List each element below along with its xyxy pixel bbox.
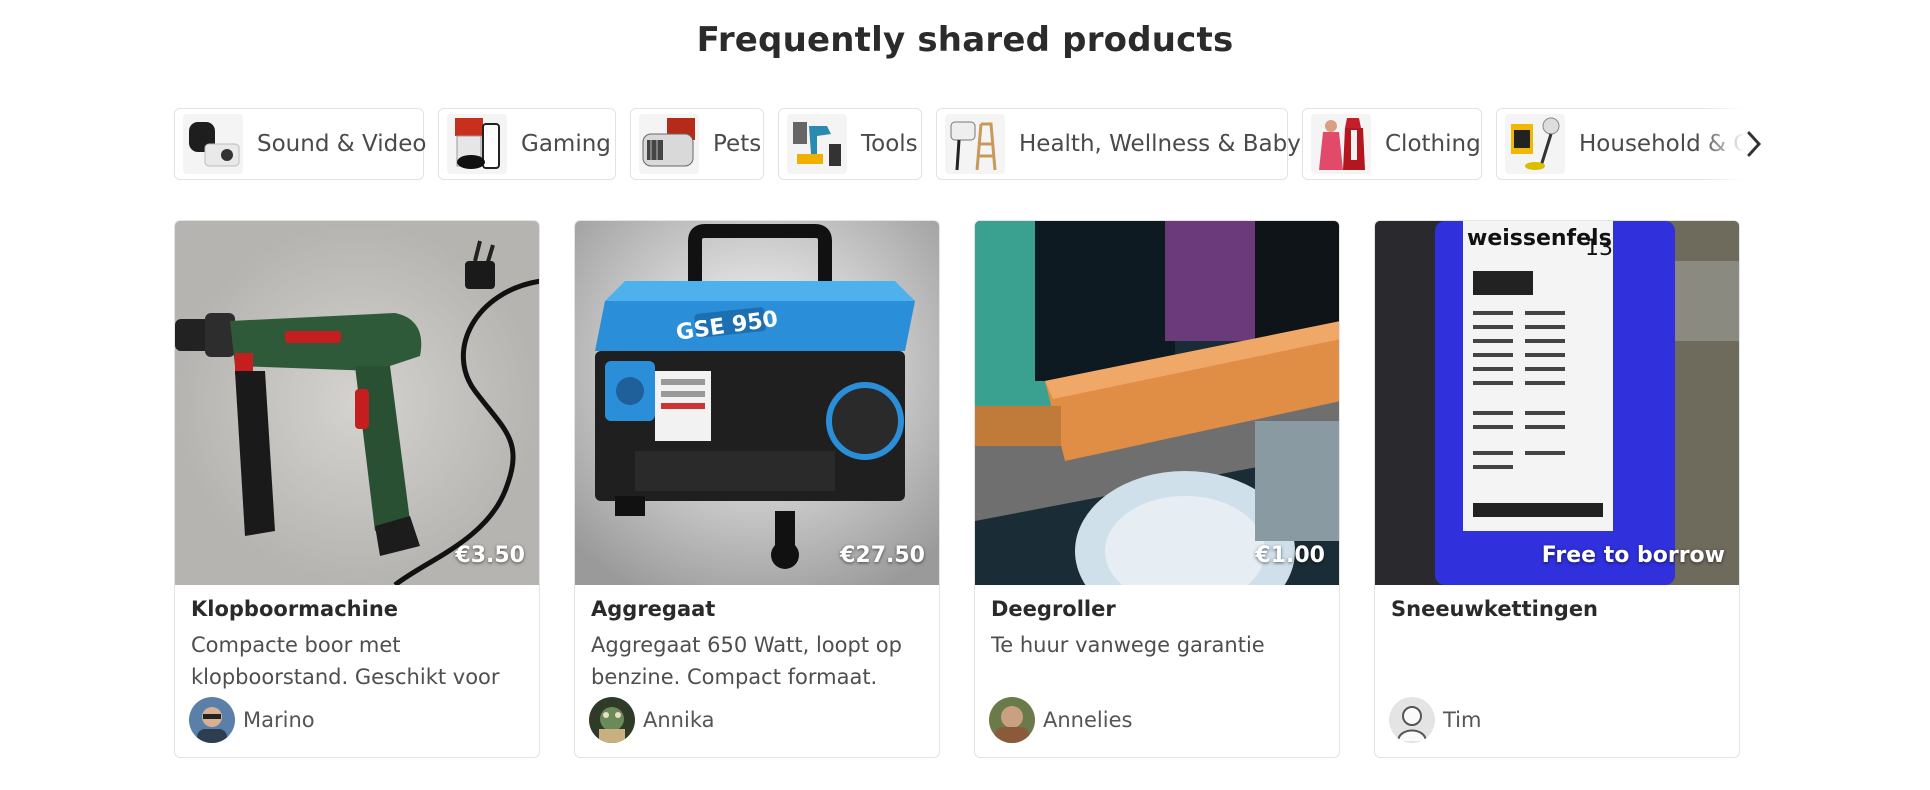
product-card[interactable]: GSE 950 €27.50 Aggregaat Aggregaat 650 W… bbox=[574, 220, 940, 758]
category-label: Gaming bbox=[521, 131, 611, 157]
product-card[interactable]: weissenfels 13 Free to borrow Sneeuwkett… bbox=[1374, 220, 1740, 758]
product-card[interactable]: €1.00 Deegroller Te huur vanwege garanti… bbox=[974, 220, 1340, 758]
category-gaming[interactable]: Gaming bbox=[438, 108, 616, 180]
baby-chair-thumbnail bbox=[945, 114, 1005, 174]
owner-name: Marino bbox=[243, 708, 315, 732]
category-health-wellness-baby[interactable]: Health, Wellness & Baby bbox=[936, 108, 1301, 180]
category-label: Sound & Video bbox=[257, 131, 427, 157]
category-label: Pets bbox=[713, 131, 762, 157]
product-description: Aggregaat 650 Watt, loopt op benzine. Co… bbox=[591, 633, 902, 689]
speaker-projector-thumbnail bbox=[183, 114, 243, 174]
price-label: Free to borrow bbox=[1541, 543, 1725, 568]
generator-photo: GSE 950 €27.50 bbox=[575, 221, 939, 585]
vacuum-thumbnail bbox=[1505, 114, 1565, 174]
rolling-pin-photo: €1.00 bbox=[975, 221, 1339, 585]
owner-info: Annika bbox=[589, 697, 714, 743]
owner-info: Tim bbox=[1389, 697, 1481, 743]
product-name: Klopboormachine bbox=[191, 597, 399, 621]
owner-name: Annika bbox=[643, 708, 715, 732]
costume-thumbnail bbox=[1311, 114, 1371, 174]
owner-info: Marino bbox=[189, 697, 315, 743]
price-label: €3.50 bbox=[455, 543, 525, 568]
product-card[interactable]: €3.50 Klopboormachine Compacte boor met … bbox=[174, 220, 540, 758]
avatar bbox=[1389, 697, 1435, 743]
category-sound-video[interactable]: Sound & Video bbox=[174, 108, 427, 180]
owner-name: Annelies bbox=[1043, 708, 1133, 732]
price-label: €27.50 bbox=[840, 543, 925, 568]
section-title: Frequently shared products bbox=[696, 20, 1234, 60]
category-scroller: Sound & Video Gaming Pets Tools Health, … bbox=[174, 108, 1760, 182]
avatar bbox=[589, 697, 635, 743]
price-label: €1.00 bbox=[1255, 543, 1325, 568]
product-description bbox=[1391, 629, 1731, 693]
category-clothing[interactable]: Clothing bbox=[1302, 108, 1482, 180]
product-description: Compacte boor met klopboorstand. Geschik… bbox=[191, 633, 500, 689]
power-drill-photo: €3.50 bbox=[175, 221, 539, 585]
snow-chains-photo: weissenfels 13 Free to borrow bbox=[1375, 221, 1739, 585]
console-thumbnail bbox=[447, 114, 507, 174]
category-label: Health, Wellness & Baby bbox=[1019, 131, 1301, 157]
chevron-right-icon[interactable] bbox=[1736, 120, 1772, 168]
product-name: Deegroller bbox=[991, 597, 1116, 621]
category-label: Tools bbox=[861, 131, 918, 157]
owner-name: Tim bbox=[1443, 708, 1482, 732]
product-name: Sneeuwkettingen bbox=[1391, 597, 1599, 621]
owner-info: Annelies bbox=[989, 697, 1132, 743]
pet-carrier-thumbnail bbox=[639, 114, 699, 174]
category-label: Clothing bbox=[1385, 131, 1481, 157]
avatar bbox=[189, 697, 235, 743]
category-pets[interactable]: Pets bbox=[630, 108, 764, 180]
category-tools[interactable]: Tools bbox=[778, 108, 922, 180]
avatar bbox=[989, 697, 1035, 743]
product-description: Te huur vanwege garantie bbox=[991, 633, 1265, 657]
snowchain-number: 13 bbox=[1585, 236, 1613, 261]
product-name: Aggregaat bbox=[591, 597, 716, 621]
tools-thumbnail bbox=[787, 114, 847, 174]
